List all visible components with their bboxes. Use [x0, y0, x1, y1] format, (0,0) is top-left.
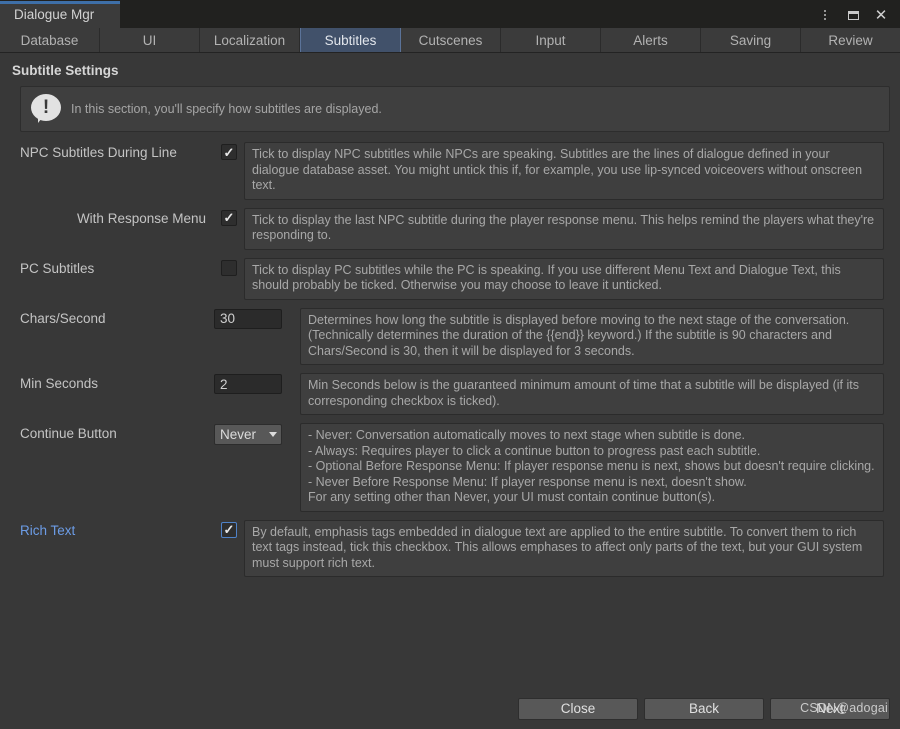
label-pc-subtitles: PC Subtitles	[20, 260, 95, 276]
checkbox-npc-subtitles-during-line[interactable]: ✓	[221, 144, 237, 160]
checkbox-with-response-menu[interactable]: ✓	[221, 209, 237, 226]
close-icon[interactable]: ✕	[873, 7, 889, 23]
tab-database[interactable]: Database	[0, 28, 100, 52]
help-npc-subtitles-during-line: Tick to display NPC subtitles while NPCs…	[244, 142, 884, 200]
label-continue-button: Continue Button	[20, 426, 117, 441]
tab-database-label: Database	[20, 32, 79, 48]
label-chars-per-second: Chars/Second	[20, 310, 106, 326]
tab-review-label: Review	[828, 32, 873, 48]
next-button[interactable]: Next	[770, 697, 890, 720]
field-row-chars-per-second: Chars/Second 30 Determines how long the …	[10, 307, 890, 365]
input-min-seconds[interactable]: 2	[214, 374, 282, 394]
checkbox-rich-text[interactable]: ✓	[221, 521, 237, 538]
label-with-response-menu: With Response Menu	[76, 210, 206, 226]
window-controls: ✕	[817, 7, 900, 28]
back-button[interactable]: Back	[644, 697, 764, 720]
settings-panel: Subtitle Settings ! In this section, you…	[0, 53, 900, 577]
help-with-response-menu: Tick to display the last NPC subtitle du…	[244, 207, 884, 250]
help-rich-text: By default, emphasis tags embedded in di…	[244, 519, 884, 577]
field-row-with-response-menu: With Response Menu ✓ Tick to display the…	[10, 207, 890, 250]
tab-ui[interactable]: UI	[100, 28, 200, 52]
tab-input[interactable]: Input	[501, 28, 601, 52]
dropdown-continue-button-value: Never	[220, 427, 257, 442]
tab-saving-label: Saving	[729, 32, 772, 48]
checkbox-pc-subtitles[interactable]	[221, 259, 237, 276]
tab-saving[interactable]: Saving	[701, 28, 801, 52]
tab-ui-label: UI	[142, 32, 157, 48]
tab-subtitles-label: Subtitles	[324, 32, 377, 48]
section-info-box: ! In this section, you'll specify how su…	[20, 86, 890, 132]
dropdown-continue-button[interactable]: Never	[214, 424, 282, 445]
help-continue-line-4: - Never Before Response Menu: If player …	[308, 474, 747, 489]
help-continue-line-1: - Never: Conversation automatically move…	[308, 428, 746, 442]
page-title: Subtitle Settings	[12, 63, 119, 78]
tab-review[interactable]: Review	[801, 28, 900, 52]
help-chars-per-second: Determines how long the subtitle is disp…	[300, 307, 884, 365]
label-min-seconds: Min Seconds	[20, 376, 99, 391]
input-chars-per-second[interactable]: 30	[214, 308, 282, 329]
kebab-menu-icon[interactable]	[817, 7, 833, 23]
close-glyph: ✕	[874, 6, 888, 24]
help-continue-line-5: For any setting other than Never, your U…	[308, 490, 716, 504]
tab-cutscenes[interactable]: Cutscenes	[401, 28, 501, 52]
tab-cutscenes-label: Cutscenes	[418, 32, 483, 48]
section-info-text: In this section, you'll specify how subt…	[71, 102, 382, 116]
chevron-down-icon	[269, 432, 277, 437]
field-row-min-seconds: Min Seconds 2 Min Seconds below is the g…	[10, 373, 890, 415]
tab-subtitles[interactable]: Subtitles	[300, 28, 401, 52]
help-continue-line-3: - Optional Before Response Menu: If play…	[308, 459, 875, 473]
close-button[interactable]: Close	[518, 697, 638, 720]
label-rich-text: Rich Text	[20, 522, 76, 538]
help-min-seconds: Min Seconds below is the guaranteed mini…	[300, 373, 884, 415]
field-row-pc-subtitles: PC Subtitles Tick to display PC subtitle…	[10, 257, 890, 300]
help-pc-subtitles: Tick to display PC subtitles while the P…	[244, 257, 884, 300]
check-tick-icon: ✓	[223, 210, 235, 225]
tab-alerts-label: Alerts	[633, 32, 668, 48]
field-row-npc-subtitles-during-line: NPC Subtitles During Line ✓ Tick to disp…	[10, 142, 890, 200]
help-continue-line-2: - Always: Requires player to click a con…	[308, 443, 761, 458]
tab-localization[interactable]: Localization	[200, 28, 300, 52]
field-row-continue-button: Continue Button Never - Never: Conversat…	[10, 423, 890, 512]
tab-accent-bar	[0, 1, 120, 4]
maximize-icon[interactable]	[845, 7, 861, 23]
window-tab-dialogue-mgr[interactable]: Dialogue Mgr	[0, 1, 120, 28]
info-exclamation-icon: !	[31, 94, 61, 124]
wizard-footer: Close Back Next CSDN@adogai	[0, 688, 900, 729]
tab-alerts[interactable]: Alerts	[601, 28, 701, 52]
wizard-tab-bar: Database UI Localization Subtitles Cutsc…	[0, 28, 900, 53]
label-npc-subtitles-during-line: NPC Subtitles During Line	[20, 145, 177, 160]
tab-localization-label: Localization	[213, 32, 286, 48]
tab-input-label: Input	[535, 32, 566, 48]
check-tick-icon: ✓	[223, 144, 235, 160]
title-bar: Dialogue Mgr ✕	[0, 0, 900, 28]
field-row-rich-text: Rich Text ✓ By default, emphasis tags em…	[10, 519, 890, 577]
check-tick-icon: ✓	[223, 522, 235, 537]
window-tab-label: Dialogue Mgr	[14, 7, 95, 22]
help-continue-button: - Never: Conversation automatically move…	[300, 423, 884, 512]
dialogue-manager-window: Dialogue Mgr ✕ Database UI Localization …	[0, 0, 900, 729]
